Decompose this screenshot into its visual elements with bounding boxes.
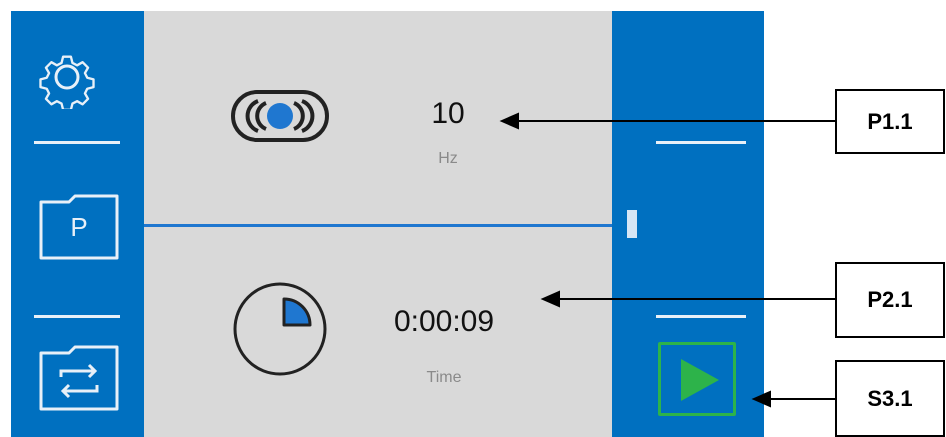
callout-p2-1: P2.1 bbox=[835, 262, 945, 338]
callout-arrows bbox=[499, 112, 835, 408]
callout-p1-1: P1.1 bbox=[835, 89, 945, 154]
callout-s3-1: S3.1 bbox=[835, 360, 945, 437]
